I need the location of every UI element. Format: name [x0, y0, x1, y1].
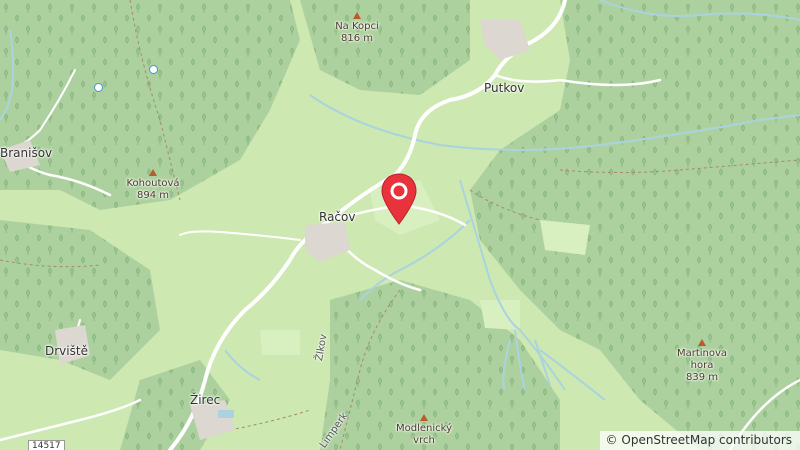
- peak-name-line1: Martinova: [676, 348, 728, 359]
- poi-marker[interactable]: [94, 83, 103, 92]
- peak-elevation: 894 m: [136, 190, 169, 201]
- water-pool: [218, 410, 234, 418]
- copyright-symbol: ©: [605, 433, 618, 447]
- map-attribution: © OpenStreetMap contributors: [599, 431, 800, 450]
- map-canvas[interactable]: Putkov Branišov Račov Drviště Žirec Na K…: [0, 0, 800, 450]
- peak-name: Na Kopci: [335, 21, 379, 32]
- peak-elevation: 816 m: [340, 33, 373, 44]
- map-pin-icon[interactable]: [380, 172, 418, 228]
- peak-martinova-hora: Martinova hora 839 m: [673, 339, 731, 384]
- peak-name-line2: hora: [690, 360, 714, 371]
- place-label-putkov: Putkov: [484, 81, 525, 95]
- triangle-icon: [149, 169, 157, 176]
- peak-kohoutova: Kohoutová 894 m: [122, 169, 184, 202]
- peak-name: Kohoutová: [126, 178, 180, 189]
- peak-na-kopci: Na Kopci 816 m: [330, 12, 384, 45]
- poi-marker[interactable]: [149, 65, 158, 74]
- triangle-icon: [420, 414, 428, 421]
- triangle-icon: [698, 339, 706, 346]
- place-label-zirec: Žirec: [190, 393, 221, 407]
- peak-name-line1: Modlenický: [396, 423, 452, 434]
- attribution-link[interactable]: OpenStreetMap contributors: [621, 433, 792, 447]
- place-label-racov: Račov: [319, 210, 356, 224]
- triangle-icon: [353, 12, 361, 19]
- road-number-shield: 14517: [28, 440, 65, 450]
- place-label-drviste: Drviště: [45, 344, 88, 358]
- place-label-branisov: Branišov: [0, 146, 53, 160]
- peak-name-line2: vrch: [413, 435, 435, 446]
- peak-elevation: 839 m: [685, 372, 718, 383]
- peak-modlenicky-vrch: Modlenický vrch: [389, 414, 459, 447]
